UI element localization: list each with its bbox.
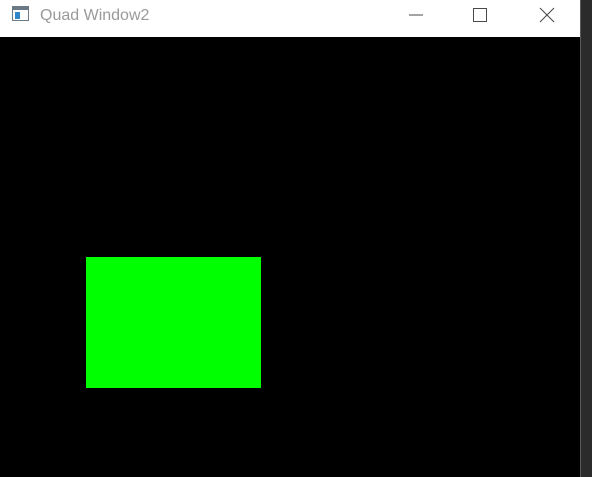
application-window: Quad Window2 [0,0,581,477]
green-quad [86,257,261,388]
minimize-icon [409,14,423,16]
app-window-icon[interactable] [12,6,29,21]
minimize-button[interactable] [393,0,439,30]
window-title: Quad Window2 [40,7,150,24]
close-button[interactable] [524,0,570,30]
close-icon [539,7,555,23]
render-viewport[interactable] [0,37,580,477]
title-bar[interactable]: Quad Window2 [0,0,580,37]
maximize-button[interactable] [457,0,503,30]
maximize-icon [473,8,487,22]
